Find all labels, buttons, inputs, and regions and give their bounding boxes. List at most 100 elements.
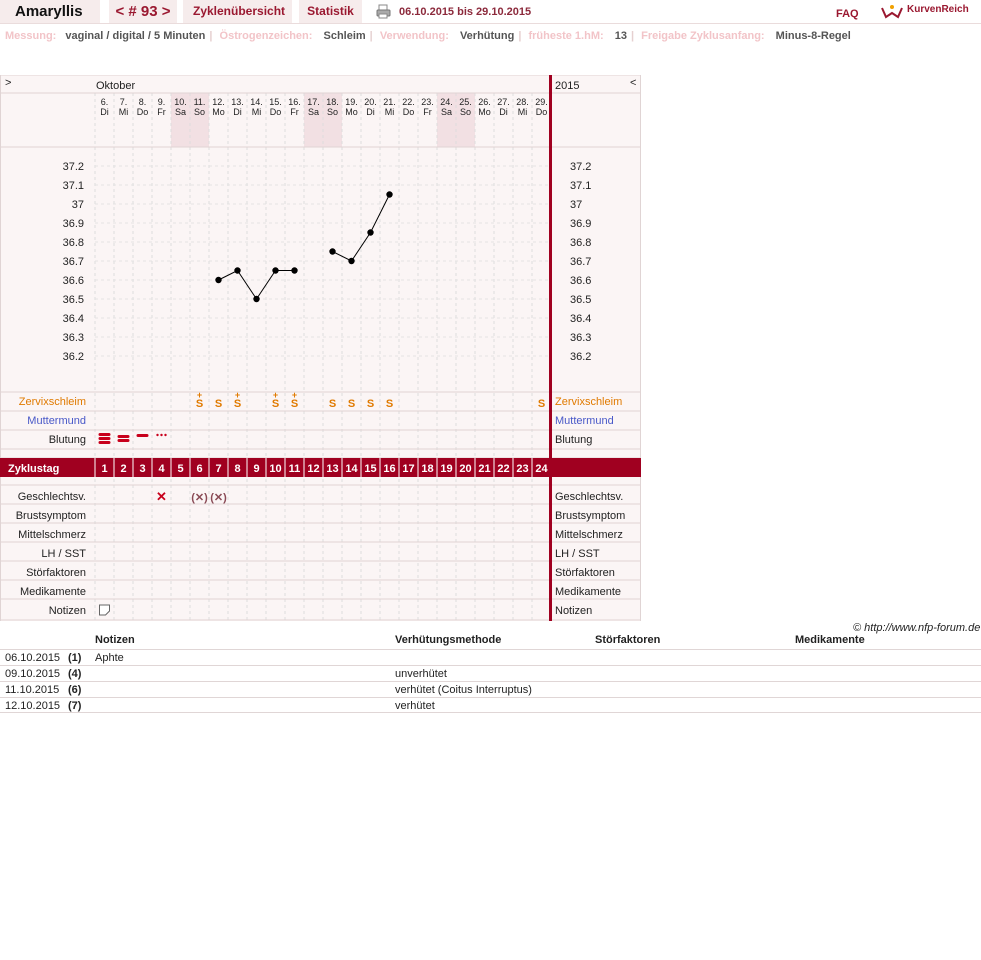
cycle-day-number: 20 (459, 463, 471, 475)
year-label: 2015 (555, 80, 579, 92)
row-label-cervix: Zervixschleim (19, 396, 86, 408)
row-cycle-day: (7) (68, 700, 82, 712)
date-label: 21. (383, 97, 396, 107)
info-key: früheste 1.hM: (528, 30, 604, 42)
date-label: 8. (139, 97, 147, 107)
date-label: 15. (269, 97, 282, 107)
date-label: 24. (440, 97, 453, 107)
info-value: Schleim (323, 30, 366, 42)
intercourse-mark: (✕) (210, 492, 227, 504)
y-tick-label: 36.6 (570, 275, 591, 287)
row-date: 06.10.2015 (5, 652, 61, 664)
weekday-label: Di (366, 107, 375, 117)
date-label: 16. (288, 97, 301, 107)
cycle-day-number: 9 (253, 463, 259, 475)
cycle-day-number: 21 (478, 463, 490, 475)
info-key: Östrogenzeichen: (219, 30, 313, 42)
cycle-day-number: 5 (177, 463, 183, 475)
table-row: 12.10.2015 (7) verhütet (0, 697, 981, 713)
cycle-info-bar: Messung: vaginal / digital / 5 Minuten | … (5, 30, 851, 42)
row-method: verhütet (Coitus Interruptus) (395, 684, 532, 696)
column-header: Verhütungsmethode (395, 634, 502, 646)
cycle-day-number: 15 (364, 463, 376, 475)
date-label: 17. (307, 97, 320, 107)
temperature-chart: > Oktober 2015 <6.Di7.Mi8.Do9.Fr10.Sa11.So1… (0, 75, 641, 621)
weekday-label: Mo (212, 107, 225, 117)
row-label-cervix_pos: Muttermund (27, 415, 86, 427)
tab-cycle-overview[interactable]: Zyklenübersicht (183, 0, 292, 23)
info-value: Minus-8-Regel (775, 30, 851, 42)
weekday-label: Do (403, 107, 415, 117)
y-tick-label: 36.3 (570, 332, 591, 344)
y-tick-label: 37.1 (570, 180, 591, 192)
weekday-label: Mo (345, 107, 358, 117)
date-label: 23. (421, 97, 434, 107)
date-label: 6. (101, 97, 109, 107)
weekday-label: So (194, 107, 205, 117)
today-divider (549, 75, 552, 621)
weekday-label: Fr (423, 107, 432, 117)
app-name: Amaryllis (0, 0, 100, 23)
weekday-label: Di (100, 107, 109, 117)
bleeding-medium (117, 435, 130, 438)
row-label-meds: Medikamente (20, 586, 86, 598)
column-header: Medikamente (795, 634, 865, 646)
weekday-label: Sa (175, 107, 186, 117)
month-label: Oktober (96, 80, 135, 92)
printer-icon[interactable] (376, 4, 391, 19)
symptom-area (0, 467, 641, 621)
date-range: 06.10.2015 bis 29.10.2015 (399, 6, 532, 18)
row-label-mittel: Mittelschmerz (18, 529, 86, 541)
cycle-day-number: 10 (269, 463, 281, 475)
cycle-day-number: 16 (383, 463, 395, 475)
cycle-navigator[interactable]: < # 93 > (109, 0, 177, 23)
cervix-mark: S (215, 398, 222, 410)
cycle-day-number: 22 (497, 463, 509, 475)
tab-statistics[interactable]: Statistik (299, 0, 362, 23)
temperature-point (291, 267, 298, 274)
date-label: 11. (194, 97, 206, 107)
cycle-day-number: 8 (234, 463, 240, 475)
weekday-label: Do (270, 107, 282, 117)
y-tick-label: 36.5 (63, 294, 84, 306)
table-row: 06.10.2015 (1) Aphte (0, 649, 981, 665)
nav-prev-arrow: > (5, 77, 11, 89)
intercourse-mark: (✕) (191, 492, 208, 504)
weekday-label: So (327, 107, 338, 117)
row-label-notes: Notizen (49, 605, 86, 617)
date-label: 22. (402, 97, 415, 107)
date-label: 29. (535, 97, 548, 107)
y-tick-label: 37.1 (63, 180, 84, 192)
weekday-label: Fr (290, 107, 299, 117)
weekday-label: Do (137, 107, 149, 117)
y-tick-label: 36.4 (570, 313, 591, 325)
y-tick-label: 37 (570, 199, 582, 211)
y-tick-label: 36.7 (570, 256, 591, 268)
y-tick-label: 36.8 (63, 237, 84, 249)
row-label-stoer: Störfaktoren (555, 567, 615, 579)
weekday-label: Mi (252, 107, 262, 117)
info-value: vaginal / digital / 5 Minuten (65, 30, 206, 42)
row-date: 09.10.2015 (5, 668, 61, 680)
row-label-mittel: Mittelschmerz (555, 529, 623, 541)
temperature-point (234, 267, 241, 274)
y-tick-label: 37 (72, 199, 84, 211)
info-value: Verhütung (459, 30, 515, 42)
faq-link[interactable]: FAQ (836, 8, 859, 20)
row-label-bleeding: Blutung (49, 434, 86, 446)
cycle-day-number: 24 (535, 463, 548, 475)
weekday-label: Sa (308, 107, 319, 117)
cycle-day-number: 3 (139, 463, 145, 475)
cycle-day-number: 7 (215, 463, 221, 475)
y-tick-label: 36.9 (570, 218, 591, 230)
cervix-mark: S (272, 398, 279, 410)
cycle-day-number: 2 (120, 463, 126, 475)
cervix-mark: S (329, 398, 336, 410)
date-label: 19. (345, 97, 358, 107)
date-label: 28. (516, 97, 529, 107)
cycle-day-number: 6 (196, 463, 202, 475)
y-tick-label: 36.2 (63, 351, 84, 363)
date-label: 7. (120, 97, 128, 107)
cycle-day-number: 14 (345, 463, 358, 475)
bleeding-spotting (160, 433, 163, 437)
